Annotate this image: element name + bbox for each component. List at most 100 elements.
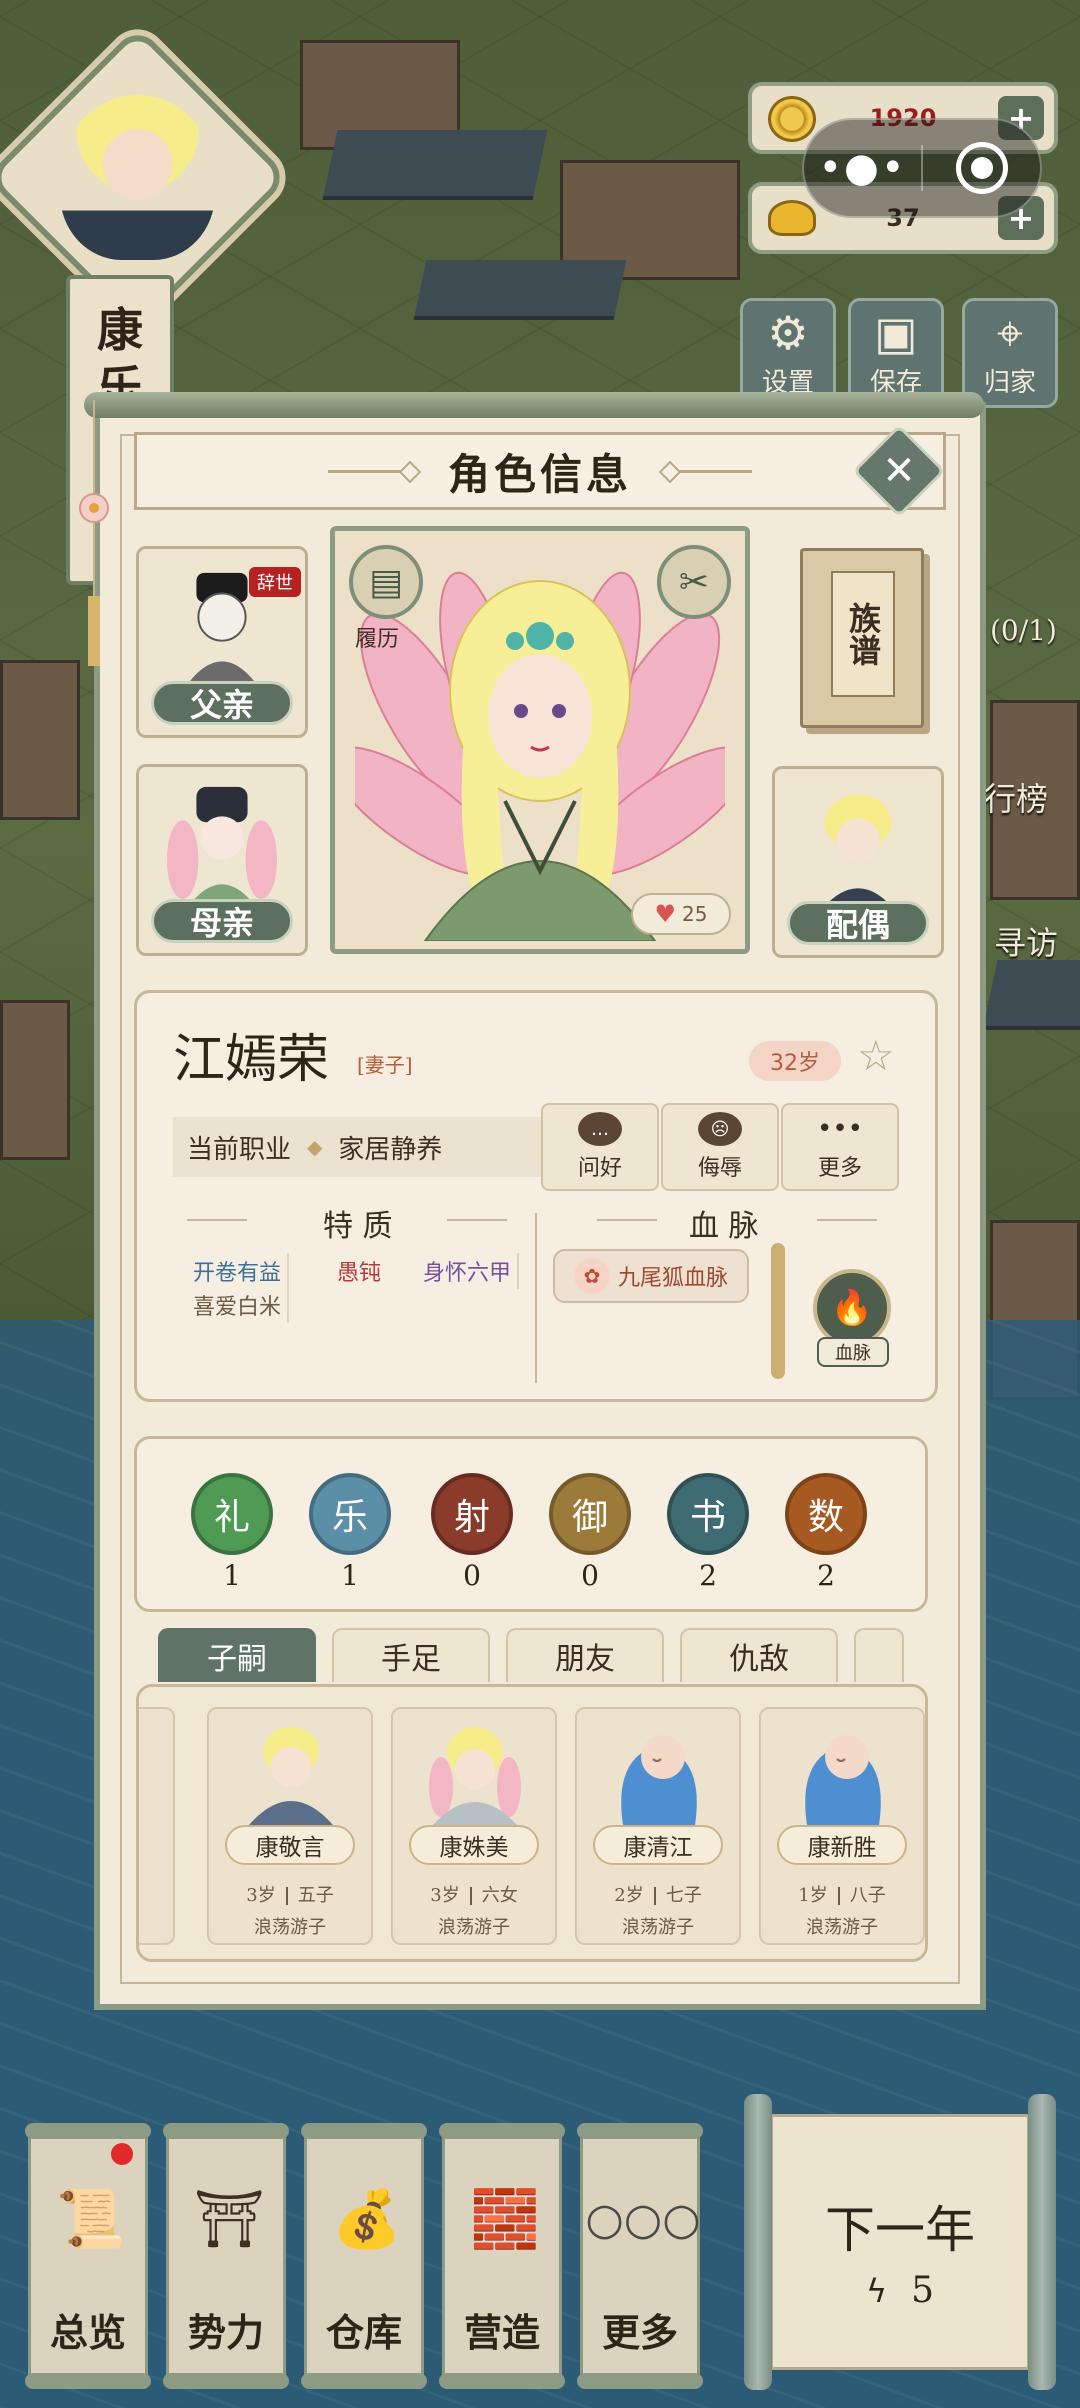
- skill-yue-value: 1: [341, 1559, 359, 1592]
- child-status: 浪荡游子: [438, 1917, 510, 1938]
- occupation-row: 当前职业 ◆ 家居静养: [173, 1117, 543, 1177]
- menu-dots-button[interactable]: •●•: [804, 148, 921, 188]
- resume-label: 履历: [355, 627, 400, 652]
- favorite-star-icon[interactable]: ☆: [857, 1031, 895, 1080]
- bloodline-button[interactable]: 🔥 血脉: [813, 1269, 897, 1367]
- trait-tag[interactable]: 愚钝: [331, 1253, 387, 1289]
- tassel-ornament-icon: [79, 400, 109, 666]
- tab-siblings[interactable]: 手足: [332, 1628, 490, 1682]
- angry-face-icon: ☹: [698, 1112, 742, 1146]
- nav-overview-button[interactable]: 📜 总览: [25, 2123, 151, 2389]
- mother-portrait: [166, 786, 278, 909]
- affection-badge: ♥ 25: [631, 893, 731, 935]
- visit-label[interactable]: 寻访: [994, 918, 1058, 964]
- spouse-portrait: [820, 794, 896, 911]
- skill-li[interactable]: 礼 1: [189, 1473, 275, 1592]
- progress-label: (0/1): [990, 614, 1057, 647]
- bloodline-tag[interactable]: ✿ 九尾狐血脉: [553, 1249, 749, 1303]
- nav-warehouse-button[interactable]: 💰 仓库: [301, 2123, 427, 2389]
- bloodline-scrollbar[interactable]: [771, 1243, 785, 1379]
- tab-friends[interactable]: 朋友: [506, 1628, 664, 1682]
- energy-cost: ϟ5: [744, 2270, 1056, 2311]
- character-age: 32岁: [749, 1041, 841, 1081]
- skill-yu[interactable]: 御 0: [547, 1473, 633, 1592]
- panel-title-bar: 角色信息: [134, 432, 946, 510]
- father-card[interactable]: 辞世 父亲: [136, 546, 308, 738]
- skill-yu-icon: 御: [549, 1473, 631, 1555]
- child-card[interactable]: 康清江 2岁 七子 浪荡游子: [575, 1707, 741, 1945]
- next-year-button[interactable]: 下一年 ϟ5: [744, 2094, 1056, 2390]
- nav-power-button[interactable]: ⛩ 势力: [163, 2123, 289, 2389]
- skill-shu-icon: 书: [667, 1473, 749, 1555]
- player-avatar: [60, 95, 215, 260]
- tab-more[interactable]: [854, 1628, 904, 1682]
- skills-card: 礼 1 乐 1 射 0 御 0 书 2 数 2: [134, 1436, 928, 1612]
- gold-ingot-icon: [768, 200, 816, 236]
- greet-label: 问好: [577, 1156, 622, 1181]
- nav-more-button[interactable]: ○○○ 更多: [577, 2123, 703, 2389]
- child-name: 康敬言: [225, 1825, 355, 1865]
- heart-icon: ♥: [654, 900, 677, 928]
- mother-card[interactable]: 母亲: [136, 764, 308, 956]
- trait-tag[interactable]: 身怀六甲: [417, 1253, 520, 1289]
- skill-shu-math-icon: 数: [785, 1473, 867, 1555]
- resume-button[interactable]: ▤: [349, 545, 423, 619]
- nav-power-label: 势力: [187, 2310, 264, 2355]
- trait-tag[interactable]: 开卷有益: [187, 1253, 290, 1289]
- player-name-char-1: 康: [97, 303, 143, 357]
- ranking-label[interactable]: 行榜: [984, 774, 1048, 820]
- trait-tag[interactable]: 喜爱白米: [187, 1287, 290, 1323]
- diamond-divider-icon: ◆: [307, 1135, 323, 1159]
- child-status: 浪荡游子: [254, 1917, 326, 1938]
- tab-enemies[interactable]: 仇敌: [680, 1628, 838, 1682]
- list-item[interactable]: [139, 1707, 175, 1945]
- skill-li-value: 1: [223, 1559, 241, 1592]
- child-card[interactable]: 康敬言 3岁 五子 浪荡游子: [207, 1707, 373, 1945]
- bloodline-name: 九尾狐血脉: [617, 1266, 728, 1291]
- greet-button[interactable]: … 问好: [541, 1103, 659, 1191]
- location-pin-icon: ⌖: [997, 306, 1023, 360]
- save-icon: ▣: [874, 306, 918, 360]
- character-name: 江嫣荣: [173, 1030, 330, 1090]
- gear-icon: ⚙: [767, 306, 809, 360]
- occupation-label: 当前职业: [187, 1134, 292, 1165]
- chat-bubble-icon: …: [578, 1112, 622, 1146]
- spouse-card[interactable]: 配偶: [772, 766, 944, 958]
- skill-shu-math[interactable]: 数 2: [783, 1473, 869, 1592]
- insult-button[interactable]: ☹ 侮辱: [661, 1103, 779, 1191]
- child-status: 浪荡游子: [806, 1917, 878, 1938]
- skill-li-icon: 礼: [191, 1473, 273, 1555]
- skill-she-value: 0: [463, 1559, 481, 1592]
- child-meta: 3岁 五子: [246, 1885, 334, 1906]
- dress-up-button[interactable]: ✂: [657, 545, 731, 619]
- children-list[interactable]: 康敬言 3岁 五子 浪荡游子 康姝美 3岁 六女 浪荡游子 康清江 2岁 七子 浪荡游…: [136, 1684, 928, 1962]
- character-relation: [妻子]: [357, 1053, 413, 1077]
- skill-yue[interactable]: 乐 1: [307, 1473, 393, 1592]
- skill-yue-icon: 乐: [309, 1473, 391, 1555]
- child-card[interactable]: 康姝美 3岁 六女 浪荡游子: [391, 1707, 557, 1945]
- go-home-button[interactable]: ⌖ 归家: [962, 298, 1058, 408]
- child-portrait: [429, 1727, 521, 1825]
- character-portrait-frame: ▤ 履历 ✂ ♥ 25: [330, 526, 750, 954]
- go-home-label: 归家: [983, 368, 1036, 398]
- close-miniprogram-button[interactable]: [923, 142, 1040, 194]
- miniprogram-capsule: •●•: [802, 118, 1042, 218]
- nav-build-label: 营造: [463, 2310, 540, 2355]
- panel-title: 角色信息: [447, 449, 632, 499]
- skill-shu[interactable]: 书 2: [665, 1473, 751, 1592]
- deceased-badge: 辞世: [249, 567, 301, 597]
- baby-portrait: [805, 1735, 881, 1825]
- energy-value: 5: [911, 2270, 934, 2311]
- more-actions-label: 更多: [817, 1156, 862, 1181]
- flame-icon: 🔥: [813, 1269, 891, 1347]
- skill-shu-value: 2: [699, 1559, 717, 1592]
- child-card[interactable]: 康新胜 1岁 八子 浪荡游子: [759, 1707, 925, 1945]
- more-actions-button[interactable]: ••• 更多: [781, 1103, 899, 1191]
- fox-icon: ✿: [573, 1258, 610, 1294]
- mother-label: 母亲: [151, 899, 293, 943]
- nav-build-button[interactable]: 🧱 营造: [439, 2123, 565, 2389]
- tab-children[interactable]: 子嗣: [158, 1628, 316, 1682]
- genealogy-book-button[interactable]: 族谱: [800, 548, 924, 728]
- character-info-card: 江嫣荣 [妻子] 32岁 ☆ 当前职业 ◆ 家居静养 … 问好 ☹ 侮辱 •••…: [134, 990, 938, 1402]
- skill-she[interactable]: 射 0: [429, 1473, 515, 1592]
